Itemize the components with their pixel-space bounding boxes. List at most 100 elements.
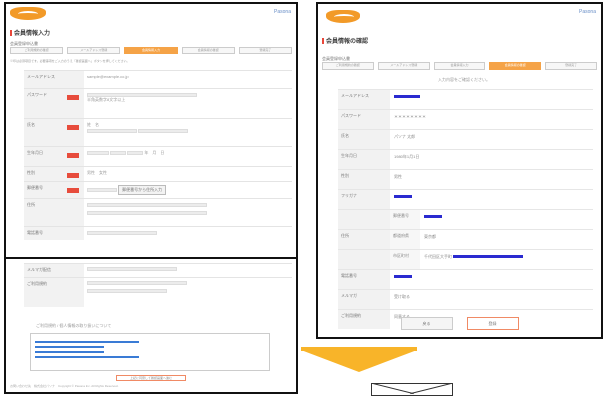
field-value: ＊＊＊＊＊＊＊＊ bbox=[394, 114, 426, 119]
field-label: 郵便番号 bbox=[27, 185, 43, 190]
field-label: メルマガ bbox=[338, 290, 390, 309]
terms-screenshot: メルマガ配信 ご利用規約 ご利用規約 / 個人情報の取り扱いについて 上記に同意… bbox=[4, 257, 298, 394]
confirm-row: メールアドレス bbox=[338, 89, 593, 109]
step-2: メールアドレス登録 bbox=[67, 47, 121, 54]
postal-value bbox=[424, 215, 442, 219]
field-label: 氏名 bbox=[338, 130, 390, 149]
terms-heading: ご利用規約 / 個人情報の取り扱いについて bbox=[36, 323, 112, 328]
form-row: 氏名 姓 名 bbox=[24, 118, 292, 146]
kana-value bbox=[394, 195, 412, 199]
mail-envelope-icon bbox=[371, 383, 453, 396]
field-value: 受け取る bbox=[394, 294, 410, 299]
phone-value bbox=[394, 275, 412, 279]
newsletter-option[interactable] bbox=[87, 267, 177, 272]
step-3: 会員情報入力 bbox=[433, 62, 486, 70]
required-badge bbox=[67, 188, 79, 193]
confirm-note: 入力内容をご確認ください。 bbox=[438, 77, 490, 82]
field-label: 電話番号 bbox=[338, 270, 390, 289]
back-button[interactable]: 戻る bbox=[400, 317, 453, 330]
confirm-row: フリガナ bbox=[338, 189, 593, 209]
field-label: メールアドレス bbox=[338, 90, 390, 109]
birth-year-select[interactable] bbox=[87, 150, 109, 155]
address-field[interactable] bbox=[87, 202, 207, 207]
password-hint: 半角英数字8文字以上 bbox=[87, 97, 126, 102]
field-value: 東京都 bbox=[424, 234, 436, 239]
brand-logo bbox=[326, 10, 360, 23]
postal-code-field[interactable] bbox=[87, 187, 117, 192]
form-row: メルマガ配信 bbox=[24, 263, 292, 277]
step-indicator: ご利用規約の確認 メールアドレス登録 会員情報入力 会員情報の確認 登録完了 bbox=[322, 62, 597, 70]
page-title: 会員情報入力 bbox=[10, 28, 50, 37]
address-value bbox=[453, 255, 524, 259]
step-5: 登録完了 bbox=[238, 47, 293, 54]
confirm-table: メールアドレス パスワード ＊＊＊＊＊＊＊＊ 氏名 パソナ 太郎 生年月日 19… bbox=[338, 89, 593, 329]
name-hint: 姓 名 bbox=[87, 122, 99, 127]
field-label bbox=[338, 250, 390, 269]
terms-line bbox=[35, 346, 104, 348]
field-label: 性別 bbox=[338, 170, 390, 189]
step-4: 会員情報の確認 bbox=[489, 62, 542, 70]
form-row: メールアドレス sample@example.co.jp bbox=[24, 70, 292, 88]
confirm-row: 生年月日 1980年1月1日 bbox=[338, 149, 593, 169]
corp-name: Pasona bbox=[274, 9, 291, 15]
form-row: パスワード 半角英数字8文字以上 bbox=[24, 88, 292, 118]
birthdate-hint: 年 月 日 bbox=[144, 150, 165, 155]
field-label: メールアドレス bbox=[24, 71, 84, 88]
field-label: フリガナ bbox=[338, 190, 390, 209]
birth-month-select[interactable] bbox=[110, 150, 127, 155]
required-badge bbox=[67, 95, 79, 100]
step-1: ご利用規約の確認 bbox=[10, 47, 64, 54]
confirm-row: パスワード ＊＊＊＊＊＊＊＊ bbox=[338, 109, 593, 129]
confirm-row: 住所 都道府県 東京都 bbox=[338, 229, 593, 249]
form-row: 性別 男性 女性 bbox=[24, 166, 292, 181]
agree-button[interactable]: 上記に同意して確認画面へ進む bbox=[116, 375, 186, 381]
form-row: 住所 bbox=[24, 198, 292, 226]
step-indicator: ご利用規約の確認 メールアドレス登録 会員情報入力 会員情報の確認 登録完了 bbox=[10, 47, 293, 54]
confirm-actions: 戻る 登録 bbox=[318, 317, 601, 330]
terms-line bbox=[35, 356, 139, 358]
footer-text: お問い合わせ先 株式会社パソナ Copyright © Pasona Inc. … bbox=[10, 384, 119, 388]
step-3: 会員情報入力 bbox=[124, 47, 178, 54]
last-name-field[interactable] bbox=[87, 128, 137, 133]
field-sublabel: 市区町村 bbox=[390, 250, 420, 269]
confirm-screenshot: Pasona 会員情報の確認 会員登録申込書 ご利用規約の確認 メールアドレス登… bbox=[316, 2, 603, 339]
first-name-field[interactable] bbox=[138, 128, 189, 133]
page-title: 会員情報の確認 bbox=[322, 36, 368, 45]
confirm-row: 電話番号 bbox=[338, 269, 593, 289]
field-label: 住所 bbox=[24, 199, 84, 226]
field-label: ご利用規約 bbox=[24, 278, 84, 307]
step-5: 登録完了 bbox=[545, 62, 597, 70]
flow-arrow-icon bbox=[301, 347, 417, 372]
building-field[interactable] bbox=[87, 211, 207, 215]
field-sublabel: 都道府県 bbox=[390, 230, 420, 249]
field-label bbox=[338, 210, 390, 229]
terms-scroll-box[interactable] bbox=[30, 333, 270, 371]
corp-name: Pasona bbox=[579, 9, 596, 15]
phone-field[interactable] bbox=[87, 230, 157, 235]
field-label: 生年月日 bbox=[338, 150, 390, 169]
required-badge bbox=[67, 173, 79, 178]
required-badge bbox=[67, 125, 79, 130]
email-field[interactable]: sample@example.co.jp bbox=[87, 74, 129, 79]
address-search-button[interactable]: 郵便番号から住所入力 bbox=[118, 185, 167, 195]
field-label: メルマガ配信 bbox=[24, 264, 84, 277]
birth-day-select[interactable] bbox=[127, 150, 144, 155]
terms-form: メルマガ配信 ご利用規約 bbox=[24, 263, 292, 307]
field-label: 性別 bbox=[27, 170, 35, 175]
gender-radio[interactable]: 男性 女性 bbox=[87, 170, 107, 175]
submit-button[interactable]: 登録 bbox=[466, 317, 519, 330]
terms-line bbox=[35, 341, 139, 343]
confirm-row: 性別 男性 bbox=[338, 169, 593, 189]
field-label: 生年月日 bbox=[27, 150, 43, 155]
field-value: パソナ 太郎 bbox=[394, 134, 416, 139]
terms-text bbox=[87, 281, 187, 286]
field-label: 住所 bbox=[338, 230, 390, 249]
confirm-row: メルマガ 受け取る bbox=[338, 289, 593, 309]
field-value: 1980年1月1日 bbox=[394, 154, 420, 159]
form-row: ご利用規約 bbox=[24, 277, 292, 307]
terms-line bbox=[35, 351, 104, 353]
registration-form: メールアドレス sample@example.co.jp パスワード 半角英数字… bbox=[24, 70, 292, 240]
step-2: メールアドレス登録 bbox=[377, 62, 430, 70]
field-label: パスワード bbox=[27, 92, 47, 97]
email-value bbox=[394, 95, 420, 99]
